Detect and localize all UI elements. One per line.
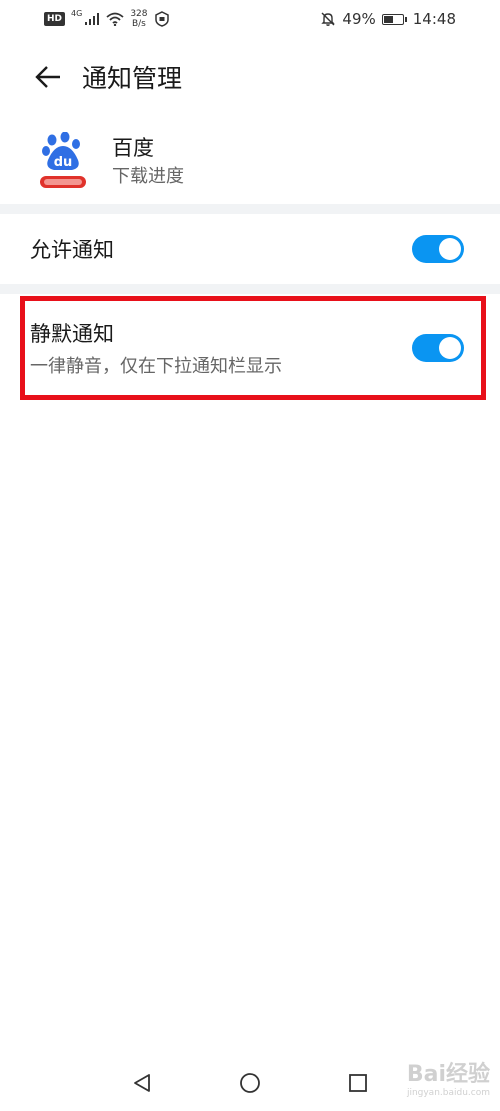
allow-notifications-label: 允许通知 <box>30 238 114 262</box>
mute-bell-icon <box>321 12 336 26</box>
baidu-jingyan-watermark: Bai经验 jingyan.baidu.com <box>407 1056 490 1098</box>
arrow-left-icon <box>35 66 60 88</box>
app-info: du 百度 下载进度 <box>0 124 500 200</box>
speed-value: 328 <box>130 9 148 19</box>
silent-notifications-row[interactable]: 静默通知 一律静音，仅在下拉通知栏显示 <box>0 300 500 396</box>
status-bar: HD 4G 328 B/s 49% 14:48 <box>0 0 500 38</box>
status-right: 49% 14:48 <box>320 10 456 28</box>
network-speed: 328 B/s <box>130 9 147 29</box>
app-texts: 百度 下载进度 <box>112 133 184 191</box>
shield-app-icon <box>154 11 169 27</box>
silent-notifications-text: 静默通知 一律静音，仅在下拉通知栏显示 <box>30 318 282 378</box>
allow-notifications-toggle[interactable] <box>412 235 464 263</box>
app-name: 百度 <box>112 136 154 160</box>
signal-icon <box>85 13 100 25</box>
watermark-text: Bai经验 <box>406 1062 490 1087</box>
speed-unit: B/s <box>131 19 146 29</box>
silent-notifications-label: 静默通知 <box>30 322 114 346</box>
silent-notifications-toggle[interactable] <box>412 334 464 362</box>
watermark-url: jingyan.baidu.com <box>406 1088 490 1098</box>
wifi-icon <box>106 12 124 26</box>
nav-recents-button[interactable] <box>343 1068 373 1098</box>
baidu-paw-logo-icon: du <box>40 131 86 188</box>
toggle-knob <box>439 238 461 260</box>
section-divider <box>0 204 500 214</box>
triangle-back-icon <box>134 1074 150 1092</box>
header: 通知管理 <box>0 50 500 104</box>
status-left: HD 4G 328 B/s <box>44 9 170 29</box>
baidu-app-icon: du <box>38 131 88 192</box>
toggle-knob <box>439 337 461 359</box>
battery-percent: 49% <box>342 10 376 28</box>
square-recents-icon <box>349 1074 367 1092</box>
page-title: 通知管理 <box>82 64 183 93</box>
clock: 14:48 <box>412 10 456 28</box>
svg-text:du: du <box>54 155 73 170</box>
nav-home-button[interactable] <box>235 1068 265 1098</box>
allow-notifications-row[interactable]: 允许通知 <box>0 214 500 284</box>
section-divider <box>0 284 500 294</box>
notification-channel: 下载进度 <box>112 166 184 187</box>
nav-back-button[interactable] <box>127 1068 157 1098</box>
notification-management-screen: HD 4G 328 B/s 49% 14:48 通知管理 du 百度 下载进度 … <box>0 0 500 1111</box>
silent-notifications-description: 一律静音，仅在下拉通知栏显示 <box>30 356 282 377</box>
battery-icon <box>381 13 407 25</box>
hd-badge: HD <box>44 12 66 26</box>
circle-home-icon <box>240 1073 260 1093</box>
back-button[interactable] <box>28 57 68 97</box>
network-type: 4G <box>71 8 83 18</box>
